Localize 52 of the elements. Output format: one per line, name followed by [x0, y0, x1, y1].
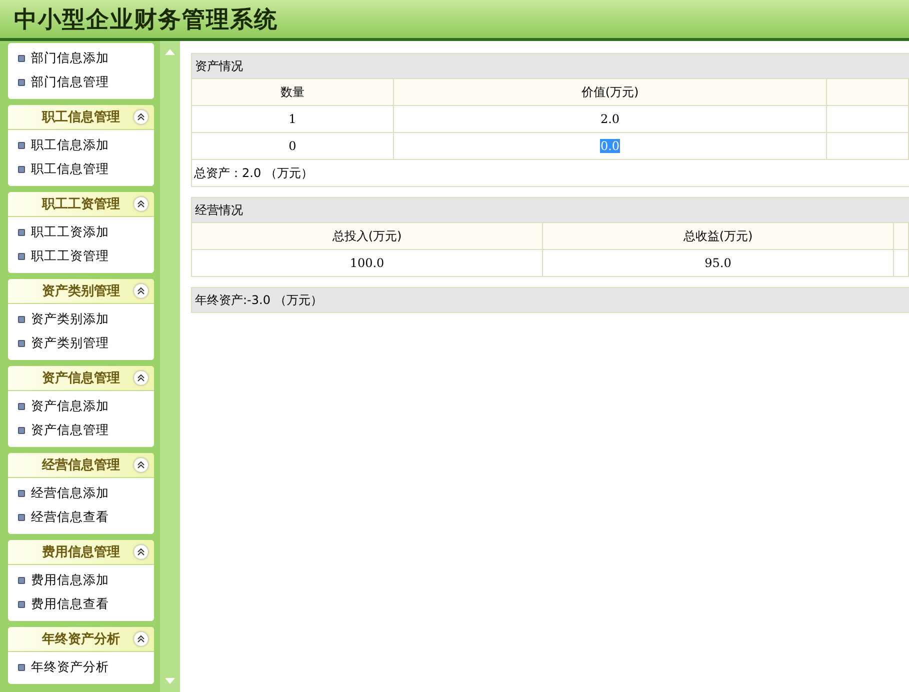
- total-text: 总资产：2.0 （万元）: [194, 164, 313, 182]
- menu-link[interactable]: 费用信息添加: [18, 568, 154, 592]
- group-title: 年终资产分析: [42, 630, 120, 648]
- menu-link[interactable]: 职工工资管理: [18, 244, 154, 268]
- group-header[interactable]: 费用信息管理: [8, 540, 154, 565]
- section-title: 经营情况: [192, 198, 909, 222]
- collapse-icon[interactable]: [134, 197, 148, 211]
- cell-text: 0.0: [600, 139, 620, 153]
- cell-text: 100.0: [350, 256, 384, 270]
- column-header: 总投入(万元): [192, 222, 543, 249]
- menu-link[interactable]: 资产类别管理: [18, 331, 154, 355]
- collapse-icon[interactable]: [134, 371, 148, 385]
- cell-text: 95.0: [704, 256, 732, 270]
- group-title: 经营信息管理: [42, 457, 120, 474]
- group-header[interactable]: 年终资产分析: [8, 627, 154, 652]
- menu-link[interactable]: 年终资产分析: [18, 655, 154, 679]
- collapse-icon[interactable]: [134, 545, 148, 559]
- collapse-icon[interactable]: [134, 110, 148, 124]
- section-title: 资产情况: [192, 54, 909, 78]
- menu-link[interactable]: 部门信息管理: [18, 70, 154, 94]
- group-header[interactable]: 职工工资管理: [8, 192, 154, 217]
- cell-text: 2.0: [600, 112, 620, 126]
- group-title: 职工工资管理: [42, 196, 120, 213]
- group-header[interactable]: 资产类别管理: [8, 279, 154, 304]
- group-header[interactable]: 资产信息管理: [8, 366, 154, 391]
- column-header: 价值(万元): [394, 78, 827, 105]
- group-title: 职工信息管理: [42, 109, 120, 126]
- menu-link[interactable]: 职工工资添加: [18, 220, 154, 244]
- column-header: 数量: [192, 78, 394, 105]
- menu-link[interactable]: 资产类别添加: [18, 307, 154, 331]
- collapse-icon[interactable]: [134, 284, 148, 298]
- cell-text: 1: [288, 112, 296, 126]
- menu-link[interactable]: 经营信息添加: [18, 481, 154, 505]
- collapse-icon[interactable]: [134, 458, 148, 472]
- menu-link[interactable]: 职工信息管理: [18, 157, 154, 181]
- group-title: 资产信息管理: [42, 370, 120, 387]
- column-header: 总收益(万元): [543, 222, 894, 249]
- group-title: 费用信息管理: [42, 544, 120, 561]
- menu-link[interactable]: 资产信息管理: [18, 418, 154, 442]
- group-title: 资产类别管理: [42, 282, 120, 300]
- menu-link[interactable]: 资产信息添加: [18, 394, 154, 418]
- app-title: 中小型企业财务管理系统: [14, 4, 278, 34]
- menu-link[interactable]: 费用信息查看: [18, 592, 154, 616]
- year-end-text: 年终资产:-3.0 （万元）: [192, 288, 909, 312]
- menu-link[interactable]: 经营信息查看: [18, 505, 154, 529]
- menu-link[interactable]: 部门信息添加: [18, 46, 154, 70]
- empty-header-cell: [894, 222, 909, 249]
- group-header[interactable]: 经营信息管理: [8, 453, 154, 478]
- group-header[interactable]: 职工信息管理: [8, 105, 154, 130]
- collapse-icon[interactable]: [134, 632, 148, 646]
- menu-link[interactable]: 职工信息添加: [18, 133, 154, 157]
- cell-text: 0: [288, 139, 296, 153]
